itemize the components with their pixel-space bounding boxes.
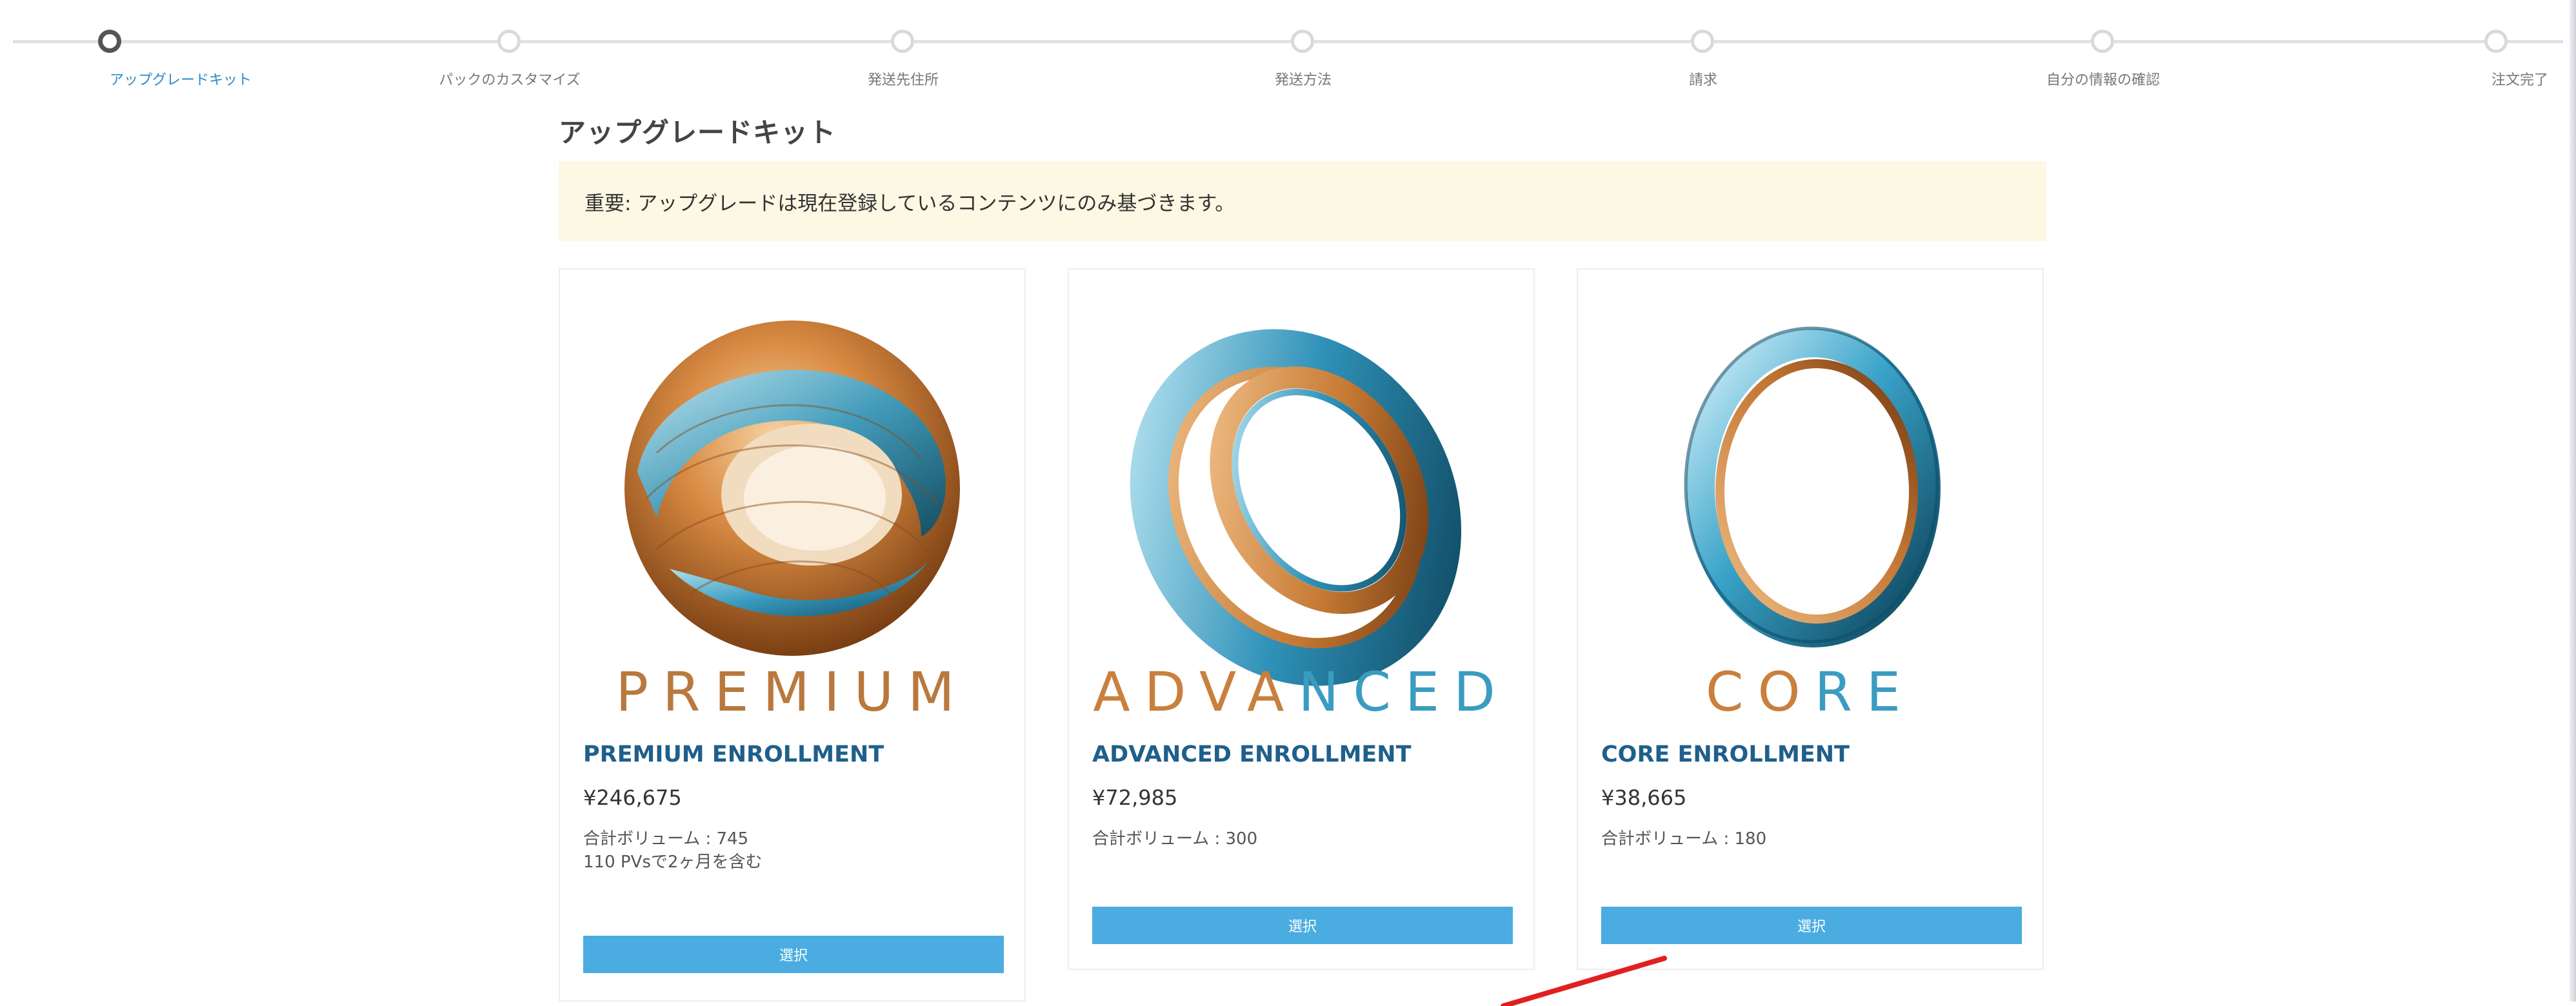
step-label: 自分の情報の確認 [2046,72,2160,88]
card-price: ¥72,985 [1092,785,1178,810]
red-annotation-line [1501,956,1667,1006]
step-label: 発送方法 [1274,72,1332,88]
step-label: アップグレードキット [110,72,252,88]
card-volume: 合計ボリューム : 180 [1601,829,1767,849]
advanced-enrollment-card: ADVANCED ADVANCED ENROLLMENT ¥72,985 合計ボ… [1068,268,1535,970]
step-label: 請求 [1688,72,1717,88]
premium-enrollment-card: PREMIUM PREMIUM ENROLLMENT ¥246,675 合計ボリ… [559,268,1026,1001]
step-shipping-method[interactable]: 発送方法 [1174,0,1432,103]
core-logo-text: CORE [1706,660,1915,724]
step-upgrade-kit[interactable]: アップグレードキット [0,0,252,103]
card-title: PREMIUM ENROLLMENT [583,742,884,767]
card-volume: 合計ボリューム : 745 [583,829,749,849]
advanced-outer-ring [1130,329,1462,686]
card-volume: 合計ボリューム : 300 [1092,829,1258,849]
select-button[interactable]: 選択 [1092,907,1513,944]
core-ring [1686,329,1941,647]
important-notice: 重要: アップグレードは現在登録しているコンテンツにのみ基づきます。 [559,161,2046,241]
step-label: 注文完了 [2491,72,2548,88]
step-indicator-icon [1291,30,1314,53]
core-logo-image: CORE [1578,291,2042,730]
step-indicator-icon [2091,30,2114,53]
select-button[interactable]: 選択 [583,936,1004,973]
step-indicator-icon [2484,30,2508,53]
step-indicator-icon [497,30,521,53]
core-enrollment-card: CORE CORE ENROLLMENT ¥38,665 合計ボリューム : 1… [1577,268,2044,970]
window-edge [2570,0,2576,1001]
step-indicator-icon [1691,30,1714,53]
step-label: 発送先住所 [867,72,939,88]
step-shipping-address[interactable]: 発送先住所 [774,0,1032,103]
advanced-logo-image: ADVANCED [1069,291,1533,730]
premium-logo-image: PREMIUM [560,291,1024,730]
advanced-logo-text: ADVANCED [1093,660,1510,724]
step-indicator-icon [98,30,121,53]
page-title: アップグレードキット [559,117,837,148]
select-button[interactable]: 選択 [1601,907,2022,944]
notice-text: 重要: アップグレードは現在登録しているコンテンツにのみ基づきます。 [584,192,1235,215]
card-title: CORE ENROLLMENT [1601,742,1850,767]
card-price: ¥246,675 [583,785,682,810]
card-note: 110 PVsで2ヶ月を含む [583,853,763,872]
step-pack-customize[interactable]: パックのカスタマイズ [381,0,639,103]
premium-logo-text: PREMIUM [615,660,968,724]
step-order-complete[interactable]: 注文完了 [2368,0,2576,103]
card-title: ADVANCED ENROLLMENT [1092,742,1412,767]
checkout-stepper: アップグレードキット パックのカスタマイズ 発送先住所 発送方法 請求 自分の情… [0,0,2576,103]
card-price: ¥38,665 [1601,785,1687,810]
step-label: パックのカスタマイズ [439,72,581,88]
step-indicator-icon [891,30,914,53]
step-billing[interactable]: 請求 [1574,0,1832,103]
step-review-info[interactable]: 自分の情報の確認 [1974,0,2232,103]
